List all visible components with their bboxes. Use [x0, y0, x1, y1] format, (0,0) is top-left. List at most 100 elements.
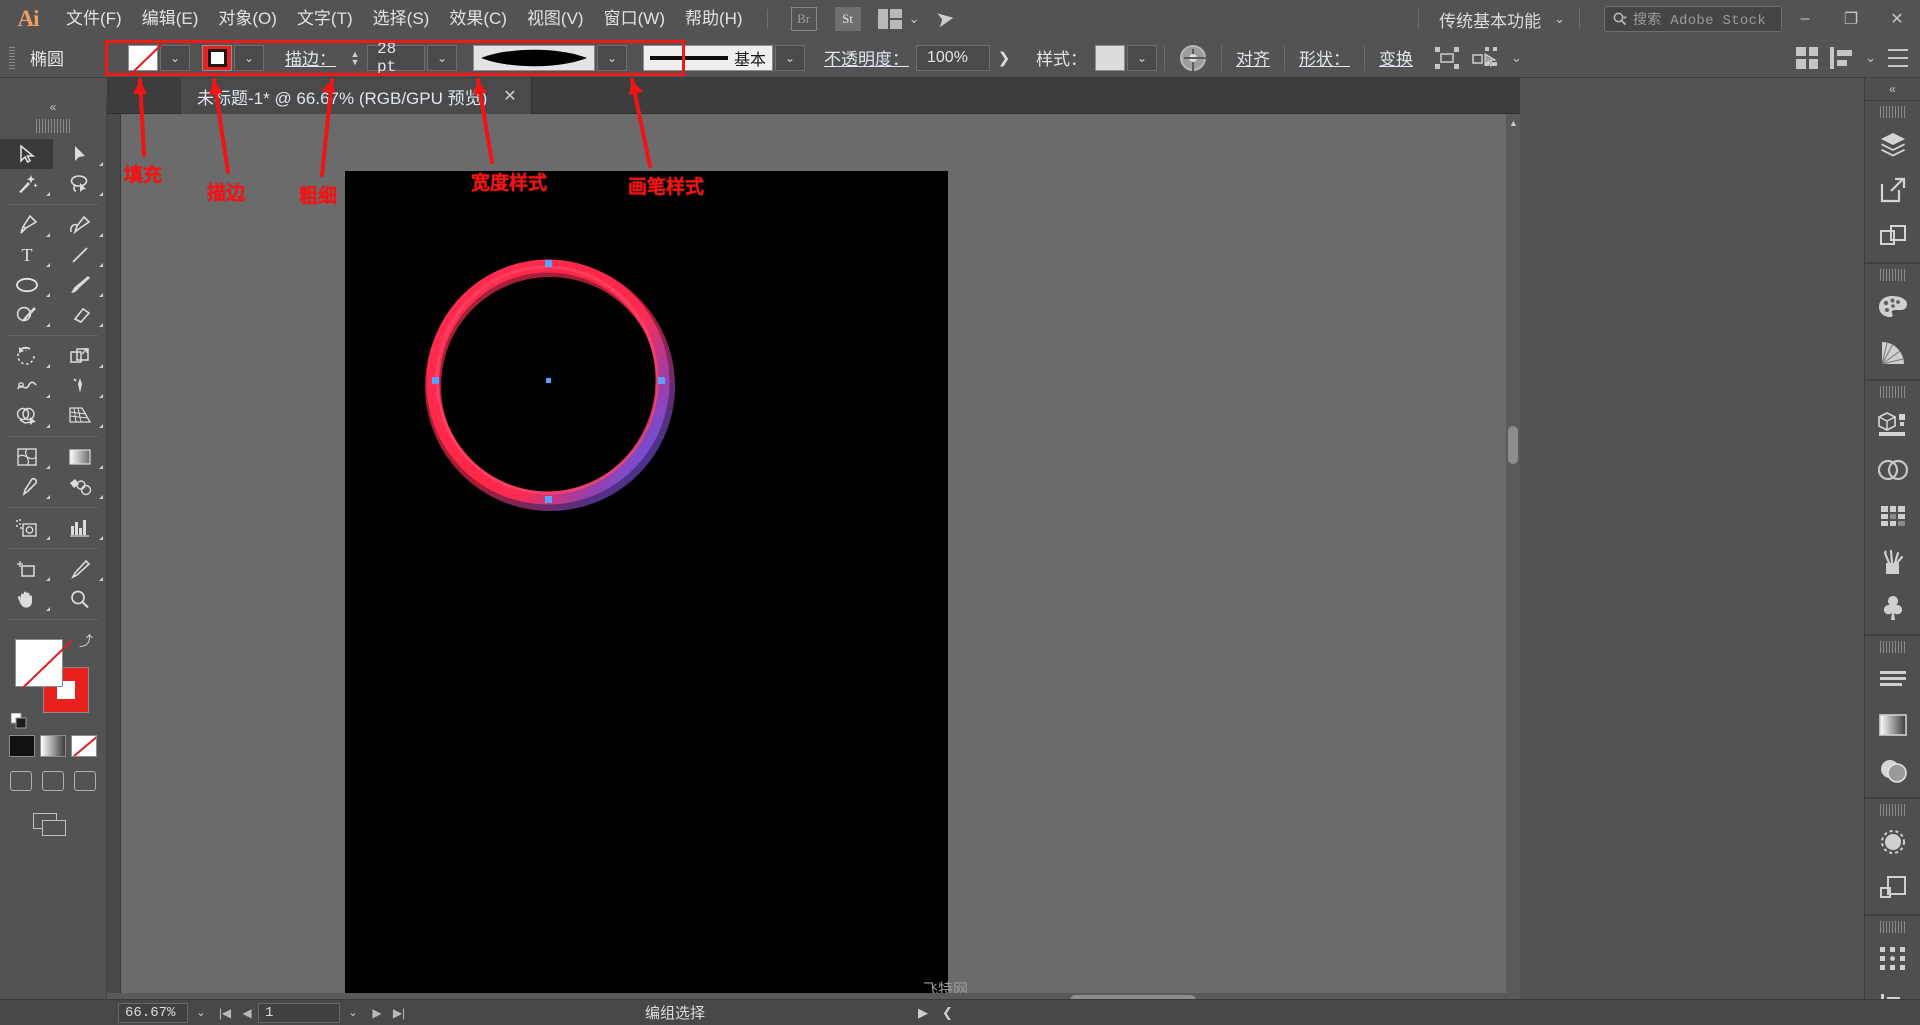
perspective-grid-tool[interactable] — [53, 401, 106, 431]
transparency-icon[interactable] — [1865, 748, 1920, 794]
width-profile-preview[interactable] — [473, 44, 595, 71]
opacity-expand-arrow-icon[interactable]: ❯ — [990, 45, 1018, 71]
stroke-weight-chevron-down-icon[interactable]: ⌄ — [427, 44, 457, 71]
bridge-button[interactable]: Br — [790, 7, 817, 31]
toolbar-fill-swatch[interactable] — [15, 639, 63, 687]
workspace-chevron-down-icon[interactable]: ⌄ — [1554, 11, 1565, 27]
select-similar-icon[interactable] — [1472, 46, 1498, 69]
brush-definition-preview[interactable]: 基本 — [643, 44, 773, 71]
direct-selection-tool[interactable] — [53, 139, 106, 169]
swap-fill-stroke-icon[interactable]: ⤴ — [79, 631, 93, 651]
draw-inside-icon[interactable] — [74, 771, 96, 791]
symbols-icon[interactable] — [1865, 585, 1920, 631]
graphic-styles-icon[interactable] — [1865, 865, 1920, 911]
paintbrush-tool[interactable] — [53, 270, 106, 300]
shaper-tool[interactable] — [0, 300, 53, 330]
dock-group-grip-4[interactable] — [1879, 641, 1906, 653]
line-segment-tool[interactable] — [53, 240, 106, 270]
tools-collapse-chevron-double-left-icon[interactable]: « — [0, 97, 106, 117]
opacity-input[interactable]: 100% — [916, 44, 990, 71]
creative-cloud-libraries-icon[interactable] — [1865, 447, 1920, 493]
brush-definition-chevron-down-icon[interactable]: ⌄ — [775, 44, 805, 71]
artboards-icon[interactable] — [1865, 213, 1920, 259]
dock-group-grip-2[interactable] — [1879, 269, 1906, 281]
dock-collapse-chevron-double-left-icon[interactable]: « — [1865, 78, 1920, 100]
hand-tool[interactable] — [0, 584, 53, 614]
artboard-tool[interactable] — [0, 554, 53, 584]
change-screen-mode-icon[interactable] — [33, 813, 73, 839]
stroke-weight-input[interactable]: 28 pt — [367, 40, 425, 76]
restore-button[interactable]: ❐ — [1828, 0, 1874, 38]
color-palette-icon[interactable] — [1865, 284, 1920, 330]
color-swatch-button[interactable] — [9, 735, 35, 757]
default-fill-stroke-icon[interactable] — [11, 713, 27, 729]
last-page-icon[interactable]: ▶| — [388, 1006, 410, 1020]
appearance-icon[interactable] — [1865, 819, 1920, 865]
menu-select[interactable]: 选择(S) — [363, 0, 440, 38]
rotate-tool[interactable] — [0, 341, 53, 371]
page-number-input[interactable]: 1 — [258, 1002, 340, 1023]
zoom-level-input[interactable]: 66.67% — [118, 1002, 188, 1023]
isolate-selected-icon[interactable] — [1434, 46, 1460, 69]
width-profile-chevron-down-icon[interactable]: ⌄ — [597, 44, 627, 71]
align-stroke-icon[interactable] — [1865, 656, 1920, 702]
gradient-tool[interactable] — [53, 442, 106, 472]
column-graph-tool[interactable] — [53, 513, 106, 543]
layers-icon[interactable] — [1865, 121, 1920, 167]
close-icon[interactable]: ✕ — [503, 86, 516, 106]
tools-panel-grip[interactable] — [36, 119, 70, 133]
menu-object[interactable]: 对象(O) — [208, 0, 287, 38]
arrange-documents-icon[interactable] — [877, 9, 902, 29]
align-panel-icon[interactable] — [1830, 46, 1854, 69]
draw-behind-icon[interactable] — [42, 771, 64, 791]
menu-window[interactable]: 窗口(W) — [594, 0, 675, 38]
menu-edit[interactable]: 编辑(E) — [132, 0, 209, 38]
chevron-down-icon[interactable]: ⌄ — [909, 11, 920, 27]
mesh-tool[interactable] — [0, 442, 53, 472]
gradient-icon[interactable] — [1865, 702, 1920, 748]
menu-type[interactable]: 文字(T) — [287, 0, 363, 38]
stroke-weight-stepper[interactable]: ▲ ▼ — [347, 45, 363, 71]
3d-materials-icon[interactable] — [1865, 401, 1920, 447]
stock-button[interactable]: St — [834, 7, 861, 31]
status-play-arrow-icon[interactable]: ▶ — [918, 1005, 928, 1021]
fill-dropdown-chevron-down-icon[interactable]: ⌄ — [160, 44, 190, 71]
stroke-weight-label[interactable]: 描边： — [278, 45, 343, 70]
draw-normal-icon[interactable] — [10, 771, 32, 791]
selection-tool[interactable] — [0, 139, 53, 169]
slice-tool[interactable] — [53, 554, 106, 584]
arrange-grid-icon[interactable] — [1796, 46, 1819, 69]
brushes-icon[interactable] — [1865, 539, 1920, 585]
stroke-dropdown-chevron-down-icon[interactable]: ⌄ — [234, 44, 264, 71]
recolor-artwork-icon[interactable] — [1180, 44, 1206, 71]
scroll-up-icon[interactable]: ▲ — [1509, 118, 1518, 128]
status-resize-grip-icon[interactable]: ❮ — [942, 1005, 953, 1021]
swatches-icon[interactable] — [1865, 493, 1920, 539]
curvature-tool[interactable] — [53, 210, 106, 240]
transform-button[interactable]: 变换 — [1372, 45, 1420, 70]
lasso-tool[interactable] — [53, 169, 106, 199]
artwork-ellipse[interactable] — [345, 171, 948, 1006]
shape-builder-tool[interactable] — [0, 401, 53, 431]
stock-search-input[interactable]: 搜索 Adobe Stock — [1604, 6, 1782, 32]
menu-effect[interactable]: 效果(C) — [439, 0, 517, 38]
color-guide-icon[interactable] — [1865, 330, 1920, 376]
select-similar-chevron-down-icon[interactable]: ⌄ — [1511, 50, 1522, 66]
symbol-sprayer-tool[interactable] — [0, 513, 53, 543]
prev-page-icon[interactable]: ◀ — [236, 1006, 258, 1020]
panel-menu-icon[interactable] — [1888, 48, 1908, 67]
type-tool[interactable]: T — [0, 240, 53, 270]
canvas-vertical-scrollbar[interactable]: ▲ ▼ — [1506, 114, 1520, 1007]
width-tool[interactable] — [0, 371, 53, 401]
workspace-switcher[interactable]: 传统基本功能 — [1433, 7, 1547, 32]
vertical-scroll-thumb[interactable] — [1508, 426, 1518, 464]
align-chevron-down-icon[interactable]: ⌄ — [1865, 50, 1876, 66]
transform-icon[interactable] — [1865, 936, 1920, 982]
free-transform-tool[interactable] — [53, 371, 106, 401]
magic-wand-tool[interactable] — [0, 169, 53, 199]
first-page-icon[interactable]: |◀ — [214, 1006, 236, 1020]
page-chevron-down-icon[interactable]: ⌄ — [340, 1006, 366, 1019]
gradient-swatch-button[interactable] — [40, 735, 66, 757]
eyedropper-tool[interactable] — [0, 472, 53, 502]
dock-group-grip-6[interactable] — [1879, 921, 1906, 933]
